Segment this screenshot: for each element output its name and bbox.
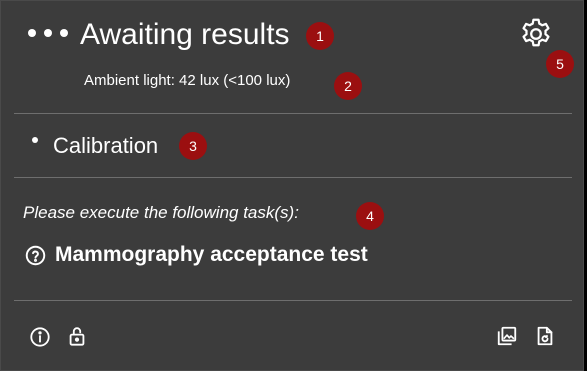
marker-badge-4: 4 [356, 202, 384, 230]
image-report-icon[interactable] [496, 325, 518, 347]
marker-badge-1: 1 [306, 22, 334, 50]
calibration-bullet-icon [32, 137, 38, 143]
marker-badge-2: 2 [334, 72, 362, 100]
more-options-icon[interactable] [28, 29, 68, 37]
divider [14, 113, 572, 114]
marker-badge-3: 3 [179, 132, 207, 160]
task-item-mammography-acceptance-test[interactable]: Mammography acceptance test [55, 242, 368, 268]
status-panel: Awaiting results 1 5 Ambient light: 42 l… [0, 0, 584, 371]
calibration-title[interactable]: Calibration [53, 132, 158, 160]
divider [14, 177, 572, 178]
info-icon[interactable] [29, 326, 51, 348]
document-refresh-icon[interactable] [534, 325, 556, 347]
question-circle-icon [25, 245, 46, 266]
task-instruction: Please execute the following task(s): [23, 203, 299, 222]
marker-badge-5: 5 [546, 50, 574, 78]
ambient-light-reading: Ambient light: 42 lux (<100 lux) [84, 72, 291, 89]
divider [14, 300, 572, 301]
gear-icon[interactable] [518, 16, 554, 52]
status-title: Awaiting results [80, 18, 290, 51]
unlock-icon[interactable] [66, 325, 88, 347]
